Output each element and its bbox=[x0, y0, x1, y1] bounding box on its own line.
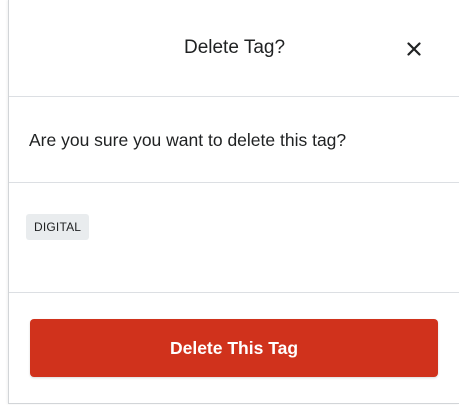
close-button[interactable] bbox=[403, 38, 425, 60]
tag-section: DIGITAL bbox=[9, 183, 459, 293]
dialog-body: Are you sure you want to delete this tag… bbox=[9, 97, 459, 183]
close-icon bbox=[407, 42, 421, 56]
dialog-header: Delete Tag? bbox=[9, 0, 459, 97]
delete-tag-button[interactable]: Delete This Tag bbox=[30, 319, 438, 377]
dialog-title: Delete Tag? bbox=[183, 37, 286, 58]
confirmation-message: Are you sure you want to delete this tag… bbox=[29, 130, 347, 150]
tag-badge: DIGITAL bbox=[26, 214, 90, 240]
delete-tag-dialog: Delete Tag? Are you sure you want to del… bbox=[8, 0, 459, 404]
dialog-footer: Delete This Tag bbox=[9, 293, 459, 404]
